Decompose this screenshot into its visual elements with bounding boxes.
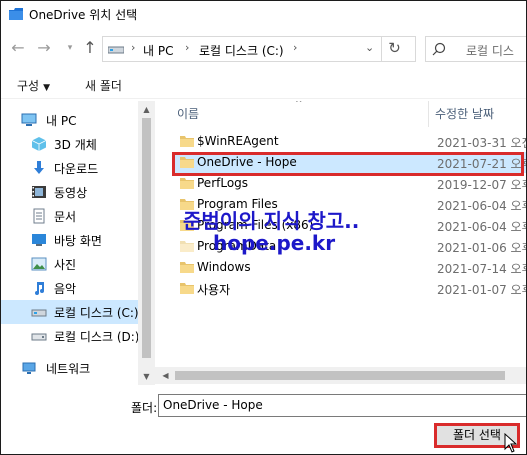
pc-icon — [21, 113, 37, 126]
selected-row-callout — [172, 152, 524, 176]
folder-icon — [180, 283, 194, 294]
address-bar[interactable]: › 내 PC › 로컬 디스크 (C:) › ⌄ — [102, 36, 416, 62]
column-header-modified[interactable]: 수정한 날짜 — [435, 105, 494, 122]
scroll-left-icon[interactable]: ◀ — [157, 367, 174, 384]
toolbar: 구성 ▼ 새 폴더 — [1, 69, 526, 99]
scroll-thumb[interactable] — [142, 118, 151, 358]
pictures-icon — [31, 257, 47, 271]
folder-icon — [9, 8, 23, 20]
sidebar-scrollbar[interactable]: ▲ ▼ — [138, 101, 155, 385]
breadcrumb-separator-icon[interactable]: › — [131, 41, 135, 54]
sidebar-item-label: 다운로드 — [54, 162, 99, 176]
sidebar-item-label: 로컬 디스크 (D:) — [54, 330, 140, 344]
folder-icon — [180, 241, 194, 252]
sidebar-item-this-pc[interactable]: 내 PC — [1, 108, 153, 132]
sidebar-item-videos[interactable]: 동영상 — [1, 180, 153, 204]
scroll-up-icon[interactable]: ▲ — [138, 101, 155, 118]
music-icon — [35, 282, 44, 295]
window-title: OneDrive 위치 선택 — [29, 8, 138, 22]
drive-icon — [108, 46, 124, 54]
sidebar-item-label: 로컬 디스크 (C:) — [54, 306, 139, 320]
sidebar-item-label: 음악 — [54, 282, 77, 296]
item-name: $WinREAgent — [197, 134, 279, 148]
breadcrumb-item-pc[interactable]: 내 PC — [143, 42, 173, 59]
sidebar-item-music[interactable]: 음악 — [1, 276, 153, 300]
drive-icon — [31, 333, 47, 341]
list-item[interactable]: Windows 2021-07-14 오후 — [173, 257, 527, 278]
watermark-url: hope.pe.kr — [213, 231, 336, 255]
watermark-title: 준범이의 지식 창고.. — [183, 209, 360, 233]
item-name: PerfLogs — [197, 176, 249, 190]
navigation-bar: ← → ▾ ↑ › 내 PC › 로컬 디스크 (C:) › ⌄ ↻ 로컬 디스 — [1, 33, 526, 63]
column-header-name[interactable]: 이름 — [177, 105, 199, 122]
item-name: Windows — [197, 260, 251, 274]
folder-name-value: OneDrive - Hope — [163, 398, 263, 412]
breadcrumb-item-drive-c[interactable]: 로컬 디스크 (C:) — [199, 42, 284, 59]
list-item[interactable]: 사용자 2021-01-07 오후 — [173, 278, 527, 299]
item-date: 2021-06-04 오후 — [437, 199, 527, 213]
folder-icon — [180, 178, 194, 189]
title-bar: OneDrive 위치 선택 — [1, 1, 526, 29]
folder-name-field[interactable]: OneDrive - Hope — [158, 394, 526, 417]
item-name: 사용자 — [197, 283, 231, 297]
item-date: 2021-01-07 오후 — [437, 283, 527, 297]
item-date: 2021-01-06 오후 — [437, 241, 527, 255]
breadcrumb-separator-icon[interactable]: › — [293, 41, 297, 54]
organize-button[interactable]: 구성 ▼ — [17, 77, 50, 94]
forward-arrow-icon[interactable]: → — [35, 37, 53, 59]
network-icon — [22, 362, 36, 374]
item-date: 2021-06-04 오후 — [437, 220, 527, 234]
folder-icon — [180, 262, 194, 273]
sidebar-item-label: 3D 개체 — [54, 138, 97, 152]
list-item[interactable]: PerfLogs 2019-12-07 오후 — [173, 173, 527, 194]
back-arrow-icon[interactable]: ← — [9, 37, 27, 59]
sidebar-item-label: 내 PC — [46, 114, 77, 128]
item-date: 2021-03-31 오전 — [437, 136, 527, 150]
breadcrumb-separator-icon[interactable]: › — [185, 41, 189, 54]
3d-objects-icon — [31, 137, 47, 151]
item-date: 2019-12-07 오후 — [437, 178, 527, 192]
file-list: 이름 ^ 수정한 날짜 $WinREAgent 2021-03-31 오전 On… — [155, 101, 527, 367]
sidebar-item-label: 사진 — [54, 258, 77, 272]
desktop-icon — [32, 234, 46, 246]
sidebar-item-3d-objects[interactable]: 3D 개체 — [1, 132, 153, 156]
sidebar-item-desktop[interactable]: 바탕 화면 — [1, 228, 153, 252]
video-icon — [32, 186, 46, 198]
sidebar-item-pictures[interactable]: 사진 — [1, 252, 153, 276]
search-box[interactable]: 로컬 디스 — [425, 36, 526, 62]
folder-picker-dialog: OneDrive 위치 선택 ← → ▾ ↑ › 내 PC › 로컬 디스크 (… — [0, 0, 527, 455]
address-dropdown-icon[interactable]: ⌄ — [365, 41, 374, 54]
sidebar-item-drive-d[interactable]: 로컬 디스크 (D:) — [1, 324, 153, 348]
mouse-cursor-icon — [504, 433, 518, 453]
new-folder-button[interactable]: 새 폴더 — [85, 77, 122, 94]
document-icon — [33, 208, 45, 224]
navigation-pane: 내 PC 3D 개체 다운로드 동영상 문서 바탕 화면 사진 음악 로컬 디스… — [1, 101, 153, 385]
list-item[interactable]: $WinREAgent 2021-03-31 오전 — [173, 131, 527, 152]
folder-label: 폴더: — [131, 401, 158, 415]
organize-label: 구성 — [17, 79, 40, 93]
sidebar-item-label: 네트워크 — [46, 362, 91, 376]
sidebar-item-documents[interactable]: 문서 — [1, 204, 153, 228]
download-icon — [34, 161, 44, 174]
search-placeholder: 로컬 디스 — [466, 44, 514, 58]
up-arrow-icon[interactable]: ↑ — [81, 37, 99, 59]
file-list-horizontal-scrollbar[interactable]: ◀ — [155, 367, 526, 384]
scroll-thumb[interactable] — [175, 371, 505, 380]
recent-locations-icon[interactable]: ▾ — [61, 37, 79, 59]
sort-ascending-icon: ^ — [295, 101, 303, 109]
drive-icon — [31, 309, 47, 317]
sidebar-item-label: 바탕 화면 — [54, 234, 102, 248]
chevron-down-icon: ▼ — [43, 83, 51, 93]
item-date: 2021-07-14 오후 — [437, 262, 527, 276]
sidebar-item-label: 문서 — [54, 210, 77, 224]
refresh-icon[interactable]: ↻ — [381, 36, 407, 62]
sidebar-item-label: 동영상 — [54, 186, 88, 200]
sidebar-item-drive-c[interactable]: 로컬 디스크 (C:) — [1, 300, 153, 324]
scroll-down-icon[interactable]: ▼ — [138, 368, 155, 385]
column-divider[interactable] — [428, 101, 429, 127]
folder-icon — [180, 136, 194, 147]
sidebar-item-network[interactable]: 네트워크 — [1, 356, 153, 380]
sidebar-item-downloads[interactable]: 다운로드 — [1, 156, 153, 180]
search-icon — [432, 42, 446, 56]
